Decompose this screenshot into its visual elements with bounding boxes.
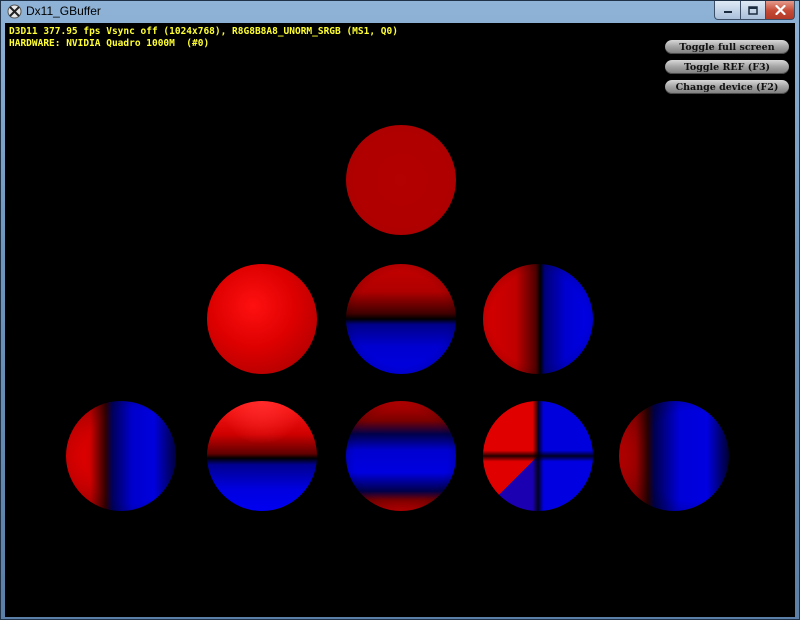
close-button[interactable] [765, 1, 795, 20]
title-bar[interactable]: Dx11_GBuffer [1, 1, 799, 23]
gbuffer-sphere-row3-2 [207, 401, 317, 511]
close-icon [774, 5, 786, 15]
gbuffer-sphere-row3-5 [619, 401, 729, 511]
render-viewport[interactable]: D3D11 377.95 fps Vsync off (1024x768), R… [5, 23, 795, 617]
toggle-full-screen-button[interactable]: Toggle full screen [665, 40, 789, 54]
gbuffer-sphere-row3-3 [346, 401, 456, 511]
toggle-ref-button[interactable]: Toggle REF (F3) [665, 60, 789, 74]
maximize-icon [748, 5, 758, 15]
gbuffer-sphere-row2-center [346, 264, 456, 374]
app-window: Dx11_GBuffer D3D11 377.95 fps Vsync off … [0, 0, 800, 620]
hud-stats-line: D3D11 377.95 fps Vsync off (1024x768), R… [9, 26, 398, 37]
change-device-button[interactable]: Change device (F2) [665, 80, 789, 94]
gbuffer-sphere-row3-4 [483, 401, 593, 511]
gbuffer-sphere-row2-left [207, 264, 317, 374]
minimize-icon [723, 11, 732, 13]
directx-app-icon [7, 4, 22, 19]
gbuffer-sphere-row3-1 [66, 401, 176, 511]
window-title: Dx11_GBuffer [26, 4, 101, 18]
maximize-button[interactable] [740, 1, 766, 20]
minimize-button[interactable] [714, 1, 741, 20]
gbuffer-sphere-row2-right [483, 264, 593, 374]
gbuffer-sphere-top [346, 125, 456, 235]
hud-hardware-line: HARDWARE: NVIDIA Quadro 1000M (#0) [9, 38, 210, 49]
